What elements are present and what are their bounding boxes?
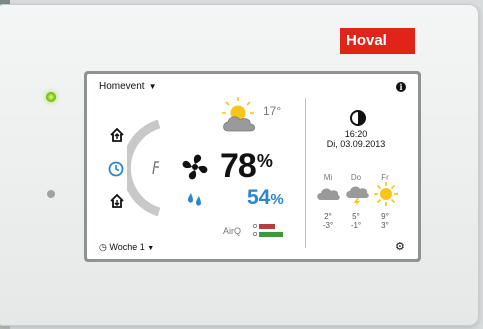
forecast-temps-3: 9° 3°: [374, 212, 396, 230]
forecast-day-1: Mi: [323, 173, 333, 182]
week-program-label: Woche 1: [109, 242, 145, 252]
forecast-low-1: -3°: [322, 221, 334, 230]
sun-icon: [374, 182, 398, 206]
clock-icon[interactable]: [108, 161, 124, 177]
brand-logo: Hoval: [340, 28, 415, 54]
fan-level-arc[interactable]: [127, 120, 167, 216]
home-arrow-up-icon[interactable]: [108, 126, 126, 144]
water-drops-icon: [187, 193, 201, 206]
forecast-temps-2: 5° -1°: [345, 212, 367, 230]
forecast-high-1: 2°: [324, 212, 332, 221]
mode-label: Homevent: [99, 81, 145, 92]
cloud-lightning-icon: [346, 186, 369, 207]
forecast-high-3: 9°: [381, 212, 389, 221]
humidity-main-unit: %: [256, 151, 273, 171]
outside-temperature: 17°: [263, 104, 282, 118]
touch-screen-bezel: Homevent ▼ i 78% 54% 17° AirQ ◷ Woche 1 …: [84, 71, 421, 262]
humidity-secondary-unit: %: [270, 191, 284, 208]
touch-display: Homevent ▼ i 78% 54% 17° AirQ ◷ Woche 1 …: [87, 74, 418, 259]
date-text: Di, 03.09.2013: [326, 139, 386, 149]
forecast-high-2: 5°: [352, 212, 360, 221]
clock-display: 16:20 Di, 03.09.2013: [317, 129, 395, 149]
gear-icon[interactable]: ⚙: [395, 240, 405, 253]
sun-cloud-icon: [222, 97, 256, 132]
mode-dropdown[interactable]: Homevent ▼: [99, 81, 157, 92]
airq-indicator: [252, 224, 283, 237]
forecast-low-2: -1°: [350, 221, 362, 230]
week-clock-icon: ◷: [99, 242, 107, 252]
week-program-dropdown[interactable]: ◷ Woche 1 ▼: [99, 242, 154, 253]
humidity-main: 78%: [220, 147, 273, 186]
home-arrow-down-icon[interactable]: [108, 192, 126, 210]
forecast-temps-1: 2° -3°: [317, 212, 339, 230]
forecast-low-3: 3°: [381, 221, 389, 230]
humidity-main-value: 78: [220, 147, 257, 185]
time-text: 16:20: [344, 129, 368, 139]
divider: [305, 98, 306, 248]
cloud-icon: [317, 188, 340, 200]
proximity-sensor: [47, 190, 55, 198]
humidity-secondary: 54%: [247, 186, 284, 210]
info-icon[interactable]: i: [396, 82, 406, 92]
level-indicator-icon: [152, 161, 159, 175]
chevron-down-icon: ▼: [148, 82, 157, 91]
forecast-day-2: Do: [350, 173, 362, 182]
status-led-green: [46, 92, 56, 102]
fan-icon[interactable]: [179, 151, 211, 183]
day-night-icon[interactable]: [349, 109, 367, 127]
chevron-down-icon: ▼: [147, 245, 155, 252]
humidity-secondary-value: 54: [247, 186, 271, 209]
airq-label: AirQ: [223, 226, 241, 236]
